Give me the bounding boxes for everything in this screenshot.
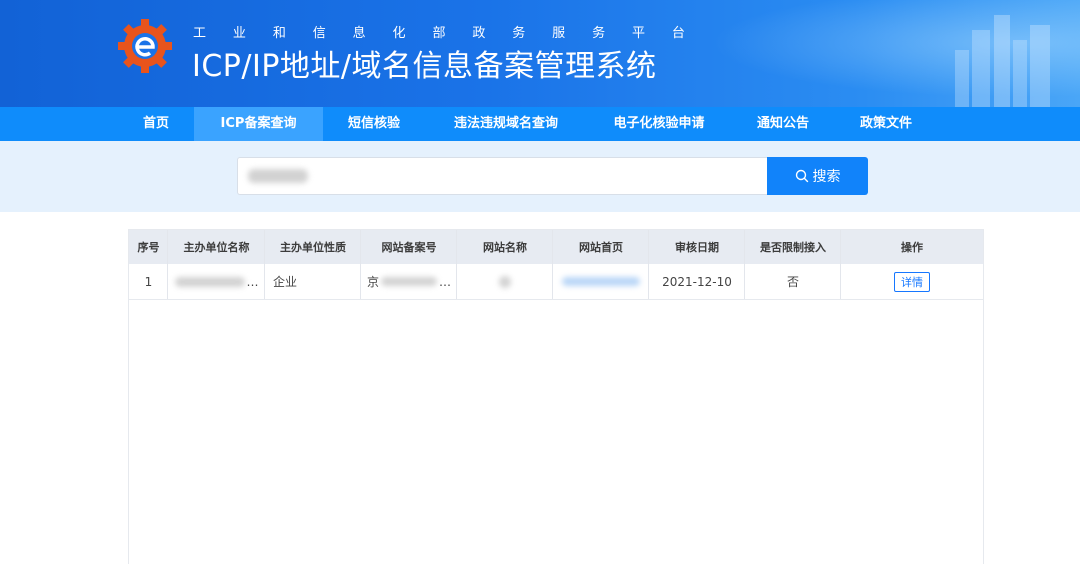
nav-item-illegal-domain-query[interactable]: 违法违规域名查询 [438, 107, 574, 141]
cell-org-type: 企业 [273, 275, 298, 289]
cell-site-name [457, 264, 553, 299]
table-row: 1 … 企业 京 … 2021-12-10 否 详情 [129, 264, 983, 300]
column-header: 审核日期 [675, 241, 719, 254]
org-char: 工 [193, 26, 207, 41]
redacted-org-name [174, 276, 245, 287]
table-header: 序号 主办单位名称 主办单位性质 网站备案号 网站名称 网站首页 审核日期 是否… [129, 230, 983, 264]
search-button[interactable]: 搜索 [767, 157, 868, 195]
nav-item-e-verify-apply[interactable]: 电子化核验申请 [598, 107, 720, 141]
org-char: 部 [432, 26, 446, 41]
column-header: 主办单位名称 [183, 241, 250, 254]
cell-record-no-ellipsis: … [439, 274, 451, 289]
org-char: 平 [631, 26, 645, 41]
gear-e-logo-icon [118, 19, 172, 73]
org-char: 服 [552, 26, 566, 41]
cell-org-name: … [168, 264, 265, 299]
redacted-homepage-link[interactable] [562, 277, 640, 286]
column-header: 是否限制接入 [760, 241, 826, 254]
search-button-label: 搜索 [812, 169, 841, 185]
column-header: 主办单位性质 [280, 241, 346, 254]
column-header: 网站名称 [483, 241, 527, 254]
nav-item-home[interactable]: 首页 [127, 107, 185, 141]
column-header: 操作 [901, 241, 923, 254]
cell-org-name-ellipsis: … [246, 274, 259, 289]
cell-homepage [553, 264, 649, 299]
nav-item-notices[interactable]: 通知公告 [745, 107, 821, 141]
org-char: 务 [592, 26, 606, 41]
redacted-record-no [381, 277, 437, 286]
org-char: 息 [352, 26, 366, 41]
header-banner: 工 业 和 信 息 化 部 政 务 服 务 平 台 ICP/IP地址/域名信息备… [0, 0, 1080, 107]
search-input[interactable] [237, 157, 768, 195]
results-table: 序号 主办单位名称 主办单位性质 网站备案号 网站名称 网站首页 审核日期 是否… [128, 229, 984, 564]
redacted-search-text [248, 169, 308, 183]
column-header: 序号 [137, 241, 160, 254]
search-band: 搜索 [0, 141, 1080, 212]
org-char: 业 [232, 26, 246, 41]
org-char: 台 [671, 26, 685, 41]
org-char: 务 [512, 26, 526, 41]
column-header: 网站首页 [579, 241, 623, 254]
cell-action: 详情 [841, 264, 983, 299]
column-header: 网站备案号 [381, 241, 437, 254]
cell-record-no-prefix: 京 [366, 275, 379, 289]
nav-item-sms-verify[interactable]: 短信核验 [336, 107, 412, 141]
system-title: ICP/IP地址/域名信息备案管理系统 [192, 49, 657, 84]
org-char: 和 [272, 26, 286, 41]
org-name: 工 业 和 信 息 化 部 政 务 服 务 平 台 [193, 22, 685, 41]
cell-restricted: 否 [786, 275, 799, 289]
nav-item-policy-docs[interactable]: 政策文件 [848, 107, 924, 141]
main-nav: 首页 ICP备案查询 短信核验 违法违规域名查询 电子化核验申请 通知公告 政策… [0, 107, 1080, 141]
org-char: 化 [392, 26, 406, 41]
org-char: 政 [472, 26, 486, 41]
cell-audit-date: 2021-12-10 [662, 274, 732, 289]
redacted-site-name [499, 275, 511, 288]
cell-index: 1 [144, 274, 153, 289]
cell-record-no: 京 … [361, 264, 457, 299]
detail-button[interactable]: 详情 [894, 271, 930, 292]
nav-item-icp-query[interactable]: ICP备案查询 [194, 107, 323, 141]
city-skyline-decoration [955, 15, 1050, 107]
search-icon [795, 169, 808, 183]
org-char: 信 [312, 26, 326, 41]
